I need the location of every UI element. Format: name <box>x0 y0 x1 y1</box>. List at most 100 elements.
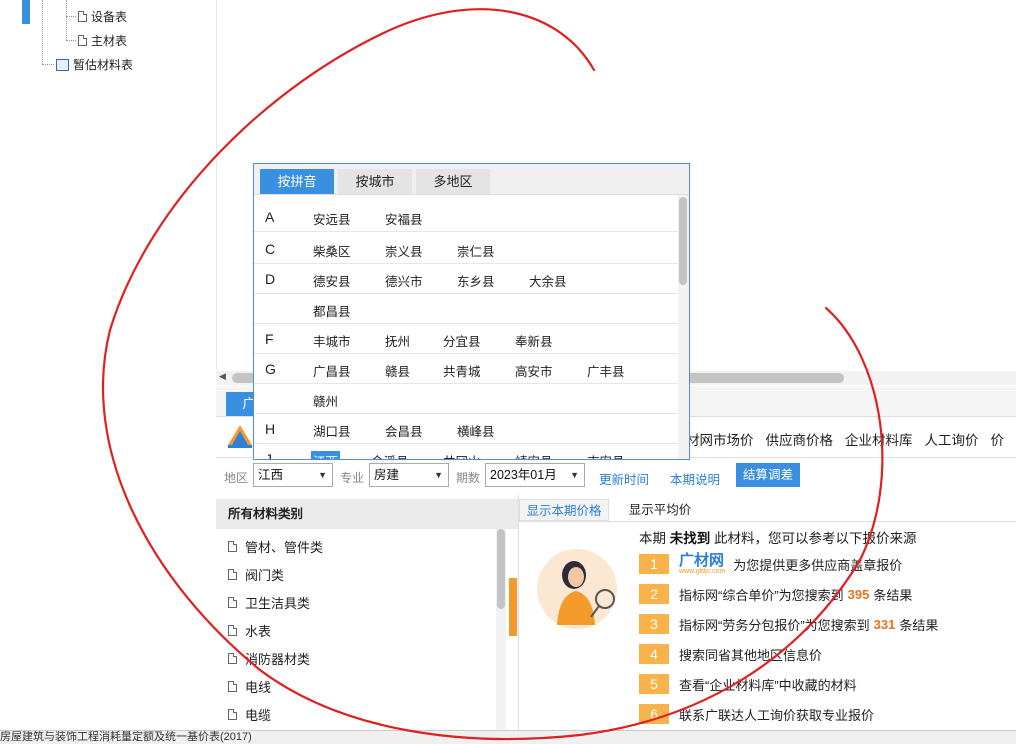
source-text: 查看“企业材料库”中收藏的材料 <box>679 677 857 693</box>
category-item[interactable]: 管材、管件类 <box>228 537 323 556</box>
category-item[interactable]: 电缆 <box>228 705 271 724</box>
source-text: 搜索同省其他地区信息价 <box>679 647 823 663</box>
major-label: 专业 <box>340 471 365 485</box>
logo-sub: www.gldjc.com <box>679 568 726 575</box>
category-item[interactable]: 电线 <box>228 677 271 696</box>
tab-current-price[interactable]: 显示本期价格 <box>519 499 609 521</box>
doc-icon <box>228 709 237 720</box>
doc-icon <box>228 597 237 608</box>
source-number: 2 <box>639 584 669 604</box>
collapse-handle[interactable] <box>509 578 517 636</box>
county-option[interactable]: 横峰县 <box>457 421 495 440</box>
status-bar: 房屋建筑与装饰工程消耗量定额及统一基价表(2017) <box>0 730 1016 744</box>
county-option[interactable]: 安福县 <box>385 209 423 228</box>
tree-item-provisional-material[interactable]: 暂估材料表 <box>56 56 133 73</box>
tab-multi-region[interactable]: 多地区 <box>416 169 490 194</box>
category-label: 电线 <box>245 680 272 695</box>
period-label: 期数 <box>456 471 481 485</box>
county-option[interactable]: 崇义县 <box>385 241 423 260</box>
county-option[interactable]: 赣县 <box>385 361 410 380</box>
settle-button[interactable]: 结算调差 <box>736 463 800 487</box>
category-item[interactable]: 水表 <box>228 621 271 640</box>
county-option[interactable]: 崇仁县 <box>457 241 495 260</box>
category-item[interactable]: 卫生洁具类 <box>228 593 310 612</box>
source-number: 3 <box>639 614 669 634</box>
source-row-labor[interactable]: 3 指标网“劳务分包报价”为您搜索到 331 条结果 <box>639 610 1016 638</box>
county-option[interactable]: 东乡县 <box>457 271 495 290</box>
source-number: 1 <box>639 554 669 574</box>
pinyin-row: 都昌县 <box>254 294 678 324</box>
category-header: 所有材料类别 <box>216 499 518 529</box>
source-row-enterprise[interactable]: 5 查看“企业材料库”中收藏的材料 <box>639 670 1016 698</box>
nav-more[interactable]: 价 <box>991 429 1005 449</box>
scroll-thumb[interactable] <box>679 197 687 285</box>
pinyin-letter: A <box>265 209 275 225</box>
search-illustration-icon <box>537 549 617 629</box>
source-row-province[interactable]: 4 搜索同省其他地区信息价 <box>639 640 1016 668</box>
county-option[interactable]: 吉安县 <box>587 451 625 459</box>
county-option[interactable]: 高安市 <box>515 361 553 380</box>
county-option[interactable]: 德安县 <box>313 271 351 290</box>
source-number: 6 <box>639 704 669 724</box>
scroll-thumb[interactable] <box>497 529 505 609</box>
county-option[interactable]: 赣州 <box>313 391 338 410</box>
msg-prefix: 本期 <box>639 531 666 546</box>
source-row-comprehensive[interactable]: 2 指标网“综合单价”为您搜索到 395 条结果 <box>639 580 1016 608</box>
tree-item-main-material[interactable]: 主材表 <box>78 32 127 49</box>
county-option[interactable]: 都昌县 <box>313 301 351 320</box>
period-note-link[interactable]: 本期说明 <box>670 469 720 488</box>
county-option[interactable]: 会昌县 <box>385 421 423 440</box>
tree-item-label: 暂估材料表 <box>73 58 134 72</box>
source-row-inquiry[interactable]: 6 联系广联达人工询价获取专业报价 <box>639 700 1016 728</box>
nav-market-price[interactable]: 材网市场价 <box>686 429 754 449</box>
county-option[interactable]: 奉新县 <box>515 331 553 350</box>
scroll-left-icon[interactable]: ◀ <box>219 371 226 382</box>
county-option[interactable]: 抚州 <box>385 331 410 350</box>
result-count: 331 <box>873 616 896 632</box>
source-text: 指标网“综合单价”为您搜索到 <box>679 587 844 603</box>
nav-enterprise-library[interactable]: 企业材料库 <box>845 429 913 449</box>
source-text: 指标网“劳务分包报价”为您搜索到 <box>679 617 870 633</box>
nav-manual-inquiry[interactable]: 人工询价 <box>925 429 979 449</box>
category-item[interactable]: 阀门类 <box>228 565 284 584</box>
tab-by-city[interactable]: 按城市 <box>338 169 412 194</box>
tab-average-price[interactable]: 显示平均价 <box>615 499 705 521</box>
county-option[interactable]: 共青城 <box>443 361 481 380</box>
county-option[interactable]: 靖安县 <box>515 451 553 459</box>
tree-item-equipment[interactable]: 设备表 <box>78 8 127 25</box>
county-option[interactable]: 德兴市 <box>385 271 423 290</box>
region-select[interactable]: 江西 ▼ <box>253 463 333 487</box>
county-option[interactable]: 广昌县 <box>313 361 351 380</box>
app-logo-icon <box>228 425 252 448</box>
county-option[interactable]: 金溪县 <box>371 451 409 459</box>
guangcai-logo: 广材网 www.gldjc.com <box>679 553 725 575</box>
tab-by-pinyin[interactable]: 按拼音 <box>260 169 334 194</box>
period-select[interactable]: 2023年01月 ▼ <box>485 463 585 487</box>
county-option[interactable]: 大余县 <box>529 271 567 290</box>
popup-scrollbar[interactable] <box>678 195 689 459</box>
county-option-selected[interactable]: 江西 <box>311 451 341 459</box>
major-select[interactable]: 房建 ▼ <box>369 463 449 487</box>
county-option[interactable]: 柴桑区 <box>313 241 351 260</box>
table-icon <box>56 58 69 71</box>
category-item[interactable]: 消防器材类 <box>228 649 310 668</box>
update-time-link[interactable]: 更新时间 <box>599 469 649 488</box>
source-row-guangcai[interactable]: 1 广材网 www.gldjc.com 为您提供更多供应商盖章报价 <box>639 550 1016 578</box>
county-option[interactable]: 丰城市 <box>313 331 351 350</box>
source-text-suffix: 条结果 <box>873 587 913 603</box>
county-option[interactable]: 分宜县 <box>443 331 481 350</box>
chevron-down-icon: ▼ <box>434 470 443 480</box>
tree-connector <box>66 0 67 40</box>
category-label: 阀门类 <box>245 568 285 583</box>
pinyin-letter: J <box>265 451 272 460</box>
status-text: 房屋建筑与装饰工程消耗量定额及统一基价表(2017) <box>0 731 252 743</box>
county-option[interactable]: 广丰县 <box>587 361 625 380</box>
not-found-message: 本期 未找到 此材料，您可以参考以下报价来源 <box>639 527 917 547</box>
doc-icon <box>78 35 87 46</box>
county-option[interactable]: 井冈山 <box>443 451 481 459</box>
category-label: 管材、管件类 <box>245 540 324 555</box>
nav-supplier-price[interactable]: 供应商价格 <box>766 429 834 449</box>
county-option[interactable]: 安远县 <box>313 209 351 228</box>
county-option[interactable]: 湖口县 <box>313 421 351 440</box>
category-scrollbar[interactable] <box>496 529 506 743</box>
